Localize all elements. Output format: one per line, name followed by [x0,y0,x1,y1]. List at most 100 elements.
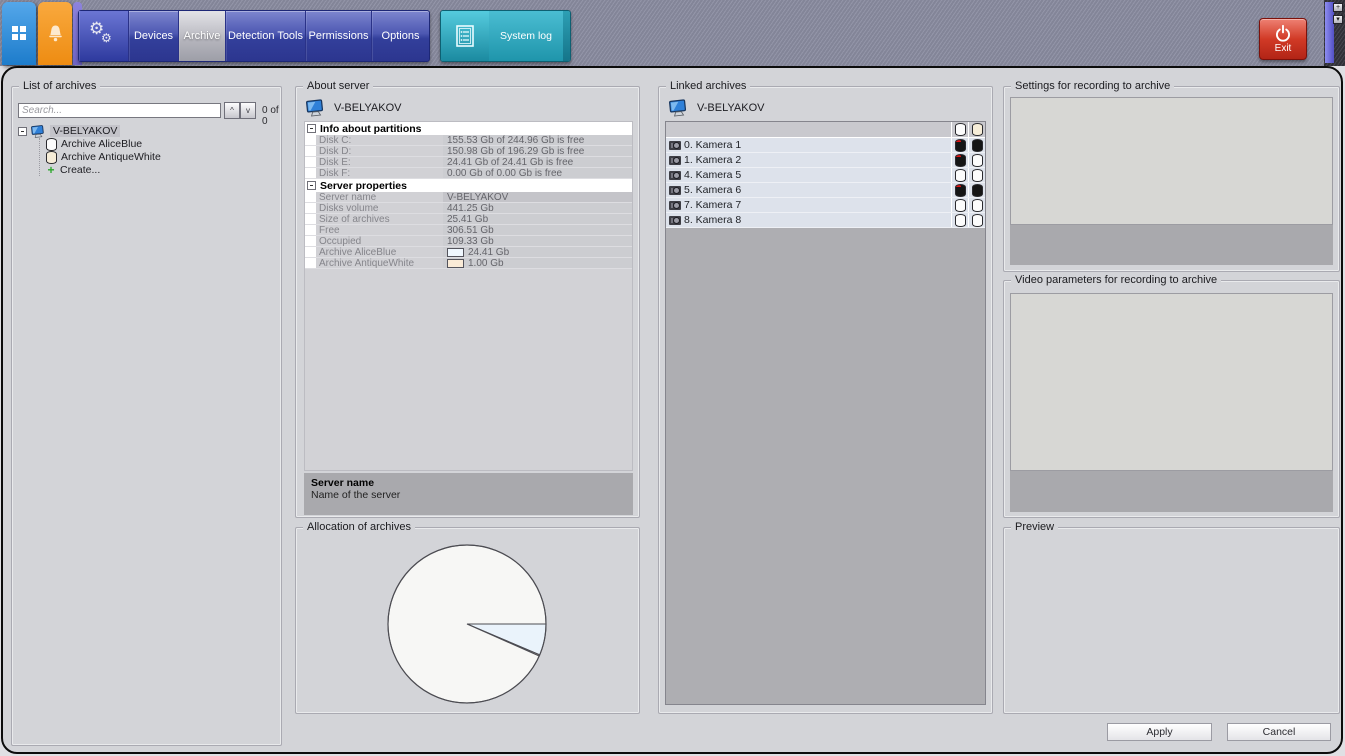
tree-root-label[interactable]: V-BELYAKOV [50,125,120,137]
gear-icon: ⚙ [101,31,112,45]
archive-column-header[interactable] [951,122,968,137]
tree-item-archive-aliceblue[interactable]: Archive AliceBlue [46,138,275,150]
server-monitor-icon [305,98,327,118]
property-row[interactable]: Server nameV-BELYAKOV [305,192,632,203]
search-next-button[interactable]: v [240,102,256,119]
archive-cylinder-icon[interactable] [972,184,983,197]
archive-cylinder-icon[interactable] [955,214,966,227]
archive-toggle-cell[interactable] [968,168,985,182]
nav-tab-permissions[interactable]: Permissions [306,11,372,61]
panel-list-of-archives: List of archives ^ v 0 of 0 V-BELYAKOV [11,86,282,746]
archive-toggle-cell[interactable] [968,183,985,197]
tree-item-label[interactable]: Archive AliceBlue [61,138,142,150]
tree-item-label[interactable]: Create... [60,164,100,176]
archive-cylinder-icon[interactable] [955,169,966,182]
nav-tab-devices[interactable]: Devices [129,11,179,61]
property-row[interactable]: Disk F:0.00 Gb of 0.00 Gb is free [305,168,632,179]
property-label: Disk F: [305,168,443,179]
camera-row[interactable]: 5. Kamera 6 [666,183,985,198]
tree-item-archive-antiquewhite[interactable]: Archive AntiqueWhite [46,151,275,163]
cancel-button[interactable]: Cancel [1227,723,1331,741]
settings-gears-icon[interactable]: ⚙ ⚙ [79,11,129,61]
tree-root-server[interactable]: V-BELYAKOV [18,125,275,137]
archive-toggle-cell[interactable] [951,213,968,227]
plus-icon[interactable]: + [1333,3,1343,12]
archive-cylinder-icon[interactable] [972,214,983,227]
camera-label: 7. Kamera 7 [684,199,741,211]
collapse-icon[interactable] [307,181,316,190]
archive-cylinder-icon[interactable] [972,199,983,212]
archive-cylinder-icon[interactable] [972,123,983,136]
tree-item-create-archive[interactable]: + Create... [46,164,275,176]
camera-row[interactable]: 0. Kamera 1 [666,138,985,153]
property-description-text: Name of the server [311,489,626,501]
property-row[interactable]: Archive AntiqueWhite1.00 Gb [305,258,632,269]
system-log-edge [563,11,570,61]
property-row[interactable]: Free306.51 Gb [305,225,632,236]
nav-tab-archive[interactable]: Archive [179,11,226,61]
archive-cylinder-icon[interactable] [955,184,966,197]
archive-column-header[interactable] [968,122,985,137]
camera-icon [669,156,681,165]
collapse-icon[interactable]: ▾ [1333,15,1343,24]
nav-tab-detection-tools[interactable]: Detection Tools [226,11,306,61]
archive-toggle-cell[interactable] [951,198,968,212]
archive-toggle-cell[interactable] [968,153,985,167]
system-log-button[interactable]: System log [440,10,571,62]
property-row[interactable]: Occupied109.33 Gb [305,236,632,247]
tab-apps[interactable] [2,2,36,65]
search-counter: 0 of 0 [262,105,281,127]
collapse-icon[interactable] [307,124,316,133]
property-row[interactable]: Disk D:150.98 Gb of 196.29 Gb is free [305,146,632,157]
camera-row[interactable]: 4. Kamera 5 [666,168,985,183]
archive-toggle-cell[interactable] [951,138,968,152]
search-input[interactable] [18,103,221,118]
property-row[interactable]: Size of archives25.41 Gb [305,214,632,225]
archive-cylinder-icon[interactable] [972,154,983,167]
archive-toggle-cell[interactable] [951,153,968,167]
allocation-pie-chart [385,542,549,711]
property-description-box: Server name Name of the server [304,473,633,515]
archive-cylinder-icon[interactable] [972,169,983,182]
property-value: 25.41 Gb [443,214,632,225]
property-row[interactable]: Disk C:155.53 Gb of 244.96 Gb is free [305,135,632,146]
property-category[interactable]: Server properties [305,179,632,192]
property-label: Archive AntiqueWhite [305,258,443,269]
exit-button[interactable]: Exit [1259,18,1307,60]
property-row[interactable]: Disk E:24.41 Gb of 24.41 Gb is free [305,157,632,168]
apply-button[interactable]: Apply [1107,723,1212,741]
archive-cylinder-icon[interactable] [955,199,966,212]
property-row[interactable]: Disks volume441.25 Gb [305,203,632,214]
camera-icon [669,216,681,225]
property-category[interactable]: Info about partitions [305,122,632,135]
panel-allocation-of-archives: Allocation of archives [295,527,640,714]
archive-cylinder-icon[interactable] [955,123,966,136]
camera-icon [669,141,681,150]
camera-icon [669,186,681,195]
archive-toggle-cell[interactable] [968,138,985,152]
panel-about-server: About server V-BELYAKOV Info about parti… [295,86,640,518]
tree-item-label[interactable]: Archive AntiqueWhite [61,151,161,163]
property-value: 306.51 Gb [443,225,632,236]
camera-row[interactable]: 7. Kamera 7 [666,198,985,213]
collapse-icon[interactable] [18,127,27,136]
archive-toggle-cell[interactable] [951,168,968,182]
tab-alarm[interactable] [38,2,72,65]
archive-cylinder-icon[interactable] [955,154,966,167]
property-row[interactable]: Archive AliceBlue24.41 Gb [305,247,632,258]
category-label: Info about partitions [320,123,422,135]
camera-archive-table: 0. Kamera 1 1. Kamera 24. Kamera 55. Kame… [665,121,986,705]
panel-title: Linked archives [666,80,750,92]
archive-cylinder-icon[interactable] [972,139,983,152]
application-window: ⚙ ⚙ Devices Archive Detection Tools Perm… [0,0,1345,756]
archive-cylinder-icon[interactable] [955,139,966,152]
archive-toggle-cell[interactable] [968,213,985,227]
search-prev-button[interactable]: ^ [224,102,240,119]
camera-row[interactable]: 1. Kamera 2 [666,153,985,168]
panel-settings-for-recording: Settings for recording to archive [1003,86,1340,272]
archive-toggle-cell[interactable] [951,183,968,197]
archive-toggle-cell[interactable] [968,198,985,212]
nav-tab-options[interactable]: Options [372,11,429,61]
camera-row[interactable]: 8. Kamera 8 [666,213,985,228]
camera-label: 0. Kamera 1 [684,139,741,151]
